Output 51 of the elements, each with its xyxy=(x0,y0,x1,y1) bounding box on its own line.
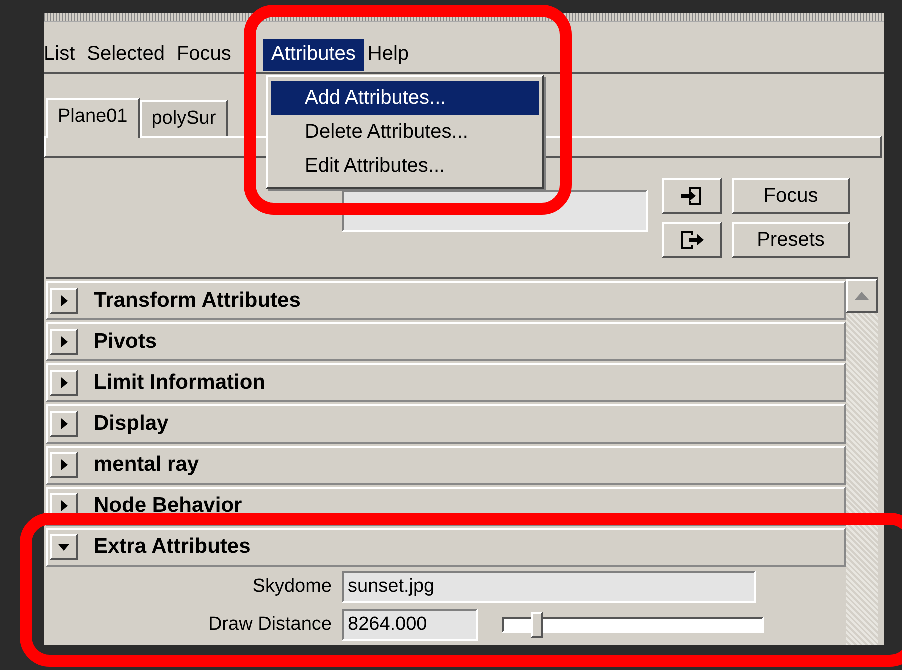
menu-item[interactable]: List xyxy=(44,39,76,71)
section-title: Transform Attributes xyxy=(94,288,301,313)
menu-item[interactable]: Delete Attributes... xyxy=(271,115,539,149)
right-triangle-icon xyxy=(60,336,68,348)
section-header[interactable]: Extra Attributes xyxy=(46,528,846,567)
menu-item[interactable]: Edit Attributes... xyxy=(271,149,539,183)
up-arrow-icon xyxy=(855,292,869,300)
scroll-up-button[interactable] xyxy=(846,279,878,313)
section-header[interactable]: Node Behavior xyxy=(46,486,846,526)
section-header[interactable]: mental ray xyxy=(46,446,846,485)
menu-item[interactable]: Attributes xyxy=(263,39,364,71)
slider-thumb[interactable] xyxy=(530,612,543,638)
expand-button[interactable] xyxy=(50,288,78,314)
right-triangle-icon xyxy=(60,459,68,472)
expand-button[interactable] xyxy=(50,328,78,355)
scrollbar[interactable] xyxy=(846,279,878,645)
down-triangle-icon xyxy=(58,544,70,551)
section-title: Extra Attributes xyxy=(94,535,251,560)
menu-item[interactable]: Add Attributes... xyxy=(271,81,539,115)
field-label: Draw Distance xyxy=(207,614,332,636)
section-header[interactable]: Transform Attributes xyxy=(46,281,846,320)
right-triangle-icon xyxy=(60,418,68,430)
right-triangle-icon xyxy=(60,500,68,512)
export-icon xyxy=(679,229,705,251)
slider[interactable] xyxy=(502,612,764,638)
tab[interactable]: polySur xyxy=(140,100,228,136)
expand-button[interactable] xyxy=(50,452,78,478)
menu-item[interactable]: Selected xyxy=(87,39,165,71)
number-field[interactable]: 8264.000 xyxy=(342,608,478,641)
expand-button[interactable] xyxy=(50,370,78,396)
text-field[interactable]: sunset.jpg xyxy=(342,570,756,603)
import-button[interactable] xyxy=(662,178,722,214)
section-header[interactable]: Limit Information xyxy=(46,363,846,402)
tab[interactable]: Plane01 xyxy=(46,98,140,138)
right-triangle-icon xyxy=(60,376,68,389)
section-title: mental ray xyxy=(94,453,200,478)
section-title: Display xyxy=(94,412,169,436)
menu-item[interactable]: Help xyxy=(368,39,410,71)
expand-button[interactable] xyxy=(50,410,78,437)
section-title: Pivots xyxy=(94,330,158,354)
section-title: Node Behavior xyxy=(94,494,242,518)
right-triangle-icon xyxy=(60,294,68,307)
expand-button[interactable] xyxy=(50,534,78,560)
section-header[interactable]: Pivots xyxy=(46,322,846,362)
export-button[interactable] xyxy=(662,222,722,258)
panel-button[interactable]: Focus xyxy=(732,178,850,214)
menu-item[interactable]: Focus xyxy=(176,39,232,71)
panel-button[interactable]: Presets xyxy=(732,222,850,258)
field-label: Skydome xyxy=(252,576,332,598)
section-title: Limit Information xyxy=(94,370,266,395)
section-header[interactable]: Display xyxy=(46,404,846,444)
